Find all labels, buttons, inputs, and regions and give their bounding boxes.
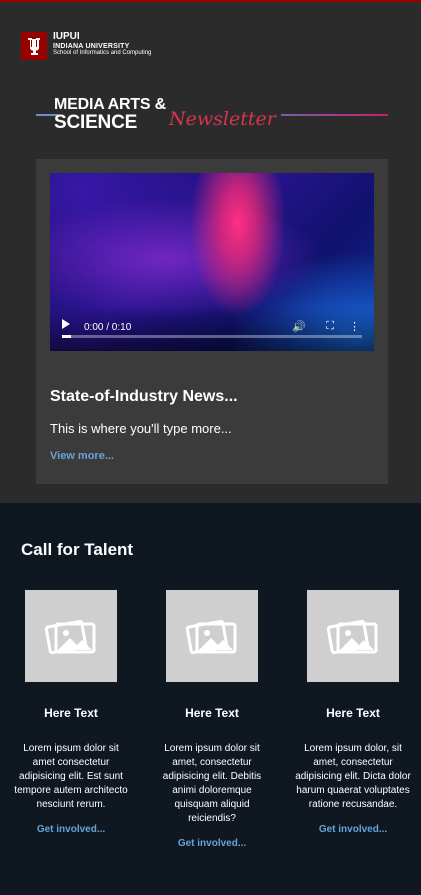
play-icon[interactable] [62,319,70,329]
talent-card-heading: Here Text [185,706,239,720]
feature-body: This is where you'll type more... [50,421,232,436]
more-icon[interactable]: ⋮ [349,320,360,333]
get-involved-link[interactable]: Get involved... [7,824,135,835]
call-for-talent-section: Call for Talent Here Text Lorem ipsum do… [0,503,421,895]
talent-card-heading: Here Text [44,706,98,720]
video-progress-fill [62,335,71,338]
university-name: INDIANA UNIVERSITY [53,42,130,50]
talent-card: Here Text Lorem ipsum dolor sit amet, co… [148,590,276,849]
newsletter-masthead: MEDIA ARTS & SCIENCE Newsletter [36,94,388,138]
feature-title: State-of-Industry News... [50,388,238,405]
section-heading: Call for Talent [21,540,134,559]
talent-card-body: Lorem ipsum dolor sit amet, consectetur … [162,743,262,824]
school-name: School of Informatics and Computing [53,49,152,56]
org-name: IUPUI [53,31,80,42]
talent-card: Here Text Lorem ipsum dolor, sit amet, c… [289,590,417,835]
masthead-title: MEDIA ARTS & SCIENCE [54,96,166,133]
view-more-link[interactable]: View more... [50,450,114,462]
masthead-line1: MEDIA ARTS & [54,96,166,113]
image-placeholder-icon [25,590,117,682]
talent-card-body: Lorem ipsum dolor sit amet consectetur a… [14,743,128,810]
university-branding: IUPUI INDIANA UNIVERSITY School of Infor… [21,31,152,60]
masthead-rule-right [281,114,388,116]
volume-icon[interactable]: 🔊 [292,320,306,333]
newsletter-header-section: IUPUI INDIANA UNIVERSITY School of Infor… [0,2,421,503]
talent-card-body: Lorem ipsum dolor, sit amet, consectetur… [295,743,411,810]
get-involved-link[interactable]: Get involved... [289,824,417,835]
image-placeholder-icon [166,590,258,682]
fullscreen-icon[interactable]: ⛶ [326,320,334,333]
get-involved-link[interactable]: Get involved... [148,838,276,849]
masthead-line2: SCIENCE [54,112,138,133]
trident-icon [21,32,47,60]
image-placeholder-icon [307,590,399,682]
video-time: 0:00 / 0:10 [84,322,132,333]
talent-card: Here Text Lorem ipsum dolor sit amet con… [7,590,135,835]
talent-card-heading: Here Text [326,706,380,720]
feature-card: 0:00 / 0:10 🔊 ⛶ ⋮ State-of-Industry News… [36,159,388,484]
video-player[interactable]: 0:00 / 0:10 🔊 ⛶ ⋮ [50,173,374,351]
video-progress-track[interactable] [62,335,362,338]
masthead-script: Newsletter [169,108,276,130]
